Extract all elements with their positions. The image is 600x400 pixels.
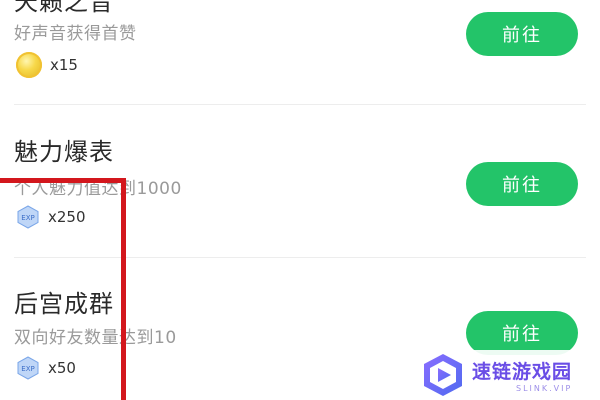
- coin-icon: [16, 52, 42, 78]
- task-title: 天籁之音: [14, 0, 114, 16]
- reward-amount: x15: [50, 56, 78, 74]
- go-button[interactable]: 前往: [466, 311, 578, 355]
- task-title: 魅力爆表: [14, 138, 114, 166]
- go-button[interactable]: 前往: [466, 162, 578, 206]
- task-reward: x15: [16, 52, 78, 78]
- highlight-box: [0, 178, 126, 400]
- brand-logo-icon: [424, 354, 462, 396]
- task-list-page: 天籁之音 好声音获得首赞 x15 前往 魅力爆表 个人魅力值达到1000 EXP…: [0, 0, 600, 400]
- watermark-logo: 速链游戏园 SLINK.VIP: [402, 350, 600, 400]
- watermark-title: 速链游戏园: [472, 361, 573, 383]
- go-button[interactable]: 前往: [466, 12, 578, 56]
- watermark-subtitle: SLINK.VIP: [516, 384, 573, 393]
- watermark-text: 速链游戏园 SLINK.VIP: [472, 357, 572, 393]
- task-description: 好声音获得首赞: [14, 24, 137, 44]
- task-item: 天籁之音 好声音获得首赞 x15 前往: [0, 0, 600, 112]
